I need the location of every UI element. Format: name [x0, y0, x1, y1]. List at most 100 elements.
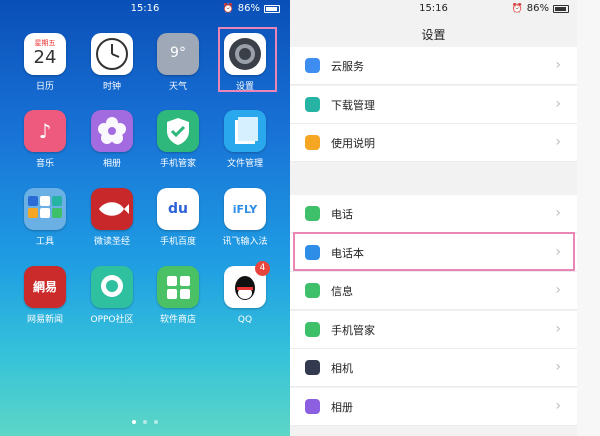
- chevron-right-icon: ›: [555, 57, 561, 73]
- app-flower[interactable]: 相册: [82, 110, 142, 184]
- app-weather[interactable]: 9° 天气: [148, 33, 208, 107]
- chevron-right-icon: ›: [555, 321, 561, 337]
- settings-screen: 15:16 ⏰ 86% 设置 云服务 › 下载管理 › 使用说明 › 电话 › 电话本 › 信息 › 手…: [290, 0, 577, 436]
- chevron-right-icon: ›: [555, 96, 561, 112]
- settings-row-download[interactable]: 下载管理 ›: [290, 86, 577, 124]
- ifly-text: iFLY: [232, 203, 258, 216]
- phone-icon: [305, 206, 320, 221]
- ifly-icon: iFLY: [224, 188, 266, 230]
- settings-row-album[interactable]: 相册 ›: [290, 388, 577, 426]
- app-store[interactable]: 软件商店: [148, 266, 208, 340]
- settings-row-label: 相册: [331, 401, 353, 414]
- app-tools-folder[interactable]: 工具: [15, 188, 75, 262]
- home-screen: 15:16 ⏰ 86% 星期五 24 日历 时钟 9° 天气 设置 ♪ 音乐 相册 手机管家 文件管…: [0, 0, 290, 436]
- settings-highlight-box: [218, 27, 277, 92]
- chevron-right-icon: ›: [555, 398, 561, 414]
- app-label: 手机百度: [159, 237, 196, 247]
- netease-text: 網易: [32, 280, 57, 294]
- battery-percent: 86%: [526, 3, 549, 14]
- page-dot: [132, 420, 136, 424]
- page-indicator: [0, 420, 290, 424]
- camera-icon: [305, 360, 320, 375]
- app-label: 音乐: [35, 159, 54, 169]
- page-title: 设置: [421, 28, 446, 42]
- app-label: 手机管家: [159, 159, 196, 169]
- settings-row-camera[interactable]: 相机 ›: [290, 349, 577, 387]
- settings-row-label: 使用说明: [331, 137, 375, 150]
- app-music[interactable]: ♪ 音乐: [15, 110, 75, 184]
- settings-row-label: 下载管理: [331, 99, 375, 112]
- chevron-right-icon: ›: [555, 359, 561, 375]
- baidu-icon: du: [157, 188, 199, 230]
- weather-icon: 9°: [157, 33, 199, 75]
- screen: 15:16 ⏰ 86% 星期五 24 日历 时钟 9° 天气 设置 ♪ 音乐 相册 手机管家 文件管…: [0, 0, 600, 436]
- alarm-icon: ⏰: [222, 3, 234, 14]
- app-label: 软件商店: [159, 315, 196, 325]
- app-label: QQ: [237, 315, 253, 325]
- settings-row-label: 云服务: [331, 60, 364, 73]
- baidu-text: du: [168, 201, 188, 217]
- app-calendar[interactable]: 星期五 24 日历: [15, 33, 75, 107]
- app-ifly[interactable]: iFLY 讯飞输入法: [215, 188, 275, 262]
- alarm-icon: ⏰: [511, 3, 523, 14]
- message-icon: [305, 283, 320, 298]
- album-icon: [305, 399, 320, 414]
- app-baidu[interactable]: du 手机百度: [148, 188, 208, 262]
- app-fish[interactable]: 微读圣经: [82, 188, 142, 262]
- shield-icon: [157, 110, 199, 152]
- clock-icon: [91, 33, 133, 75]
- settings-row-bulb[interactable]: 使用说明 ›: [290, 124, 577, 162]
- app-label: 工具: [35, 237, 54, 247]
- weather-temp: 9°: [170, 45, 186, 61]
- battery-icon: [553, 4, 569, 13]
- app-label: 讯飞输入法: [222, 237, 268, 247]
- app-label: OPPO社区: [90, 315, 134, 325]
- edge-strip: [577, 0, 600, 436]
- flower-icon: [91, 110, 133, 152]
- app-label: 日历: [35, 82, 54, 92]
- settings-row-label: 相机: [331, 362, 353, 375]
- battery-percent: 86%: [237, 3, 260, 14]
- calendar-icon: 星期五 24: [24, 33, 66, 75]
- page-dot: [143, 420, 147, 424]
- chevron-right-icon: ›: [555, 205, 561, 221]
- chevron-right-icon: ›: [555, 282, 561, 298]
- file-icon: [224, 110, 266, 152]
- cloud-icon: [305, 58, 320, 73]
- app-label: 相册: [102, 159, 121, 169]
- app-shield[interactable]: 手机管家: [148, 110, 208, 184]
- app-label: 时钟: [102, 82, 121, 92]
- fish-icon: [91, 188, 133, 230]
- settings-row-shield[interactable]: 手机管家 ›: [290, 311, 577, 349]
- app-label: 网易新闻: [26, 315, 63, 325]
- settings-row-message[interactable]: 信息 ›: [290, 272, 577, 310]
- app-label: 文件管理: [226, 159, 263, 169]
- app-qq[interactable]: QQ: [215, 266, 275, 340]
- qq-notification-badge: 4: [255, 261, 270, 276]
- bulb-icon: [305, 135, 320, 150]
- contacts-highlight-box: [293, 232, 575, 271]
- shield-icon: [305, 322, 320, 337]
- app-file[interactable]: 文件管理: [215, 110, 275, 184]
- app-label: 天气: [168, 82, 187, 92]
- battery-icon: [264, 4, 280, 13]
- settings-row-label: 电话: [331, 208, 353, 221]
- page-dot: [154, 420, 158, 424]
- app-chat[interactable]: OPPO社区: [82, 266, 142, 340]
- download-icon: [305, 97, 320, 112]
- tools-folder-icon: [24, 188, 66, 230]
- app-label: 微读圣经: [93, 237, 130, 247]
- app-netease[interactable]: 網易 网易新闻: [15, 266, 75, 340]
- music-icon: ♪: [24, 110, 66, 152]
- netease-icon: 網易: [24, 266, 66, 308]
- chevron-right-icon: ›: [555, 134, 561, 150]
- settings-row-label: 信息: [331, 285, 353, 298]
- app-clock[interactable]: 时钟: [82, 33, 142, 107]
- status-bar: 15:16 ⏰ 86%: [290, 0, 577, 18]
- store-icon: [157, 266, 199, 308]
- settings-row-phone[interactable]: 电话 ›: [290, 195, 577, 233]
- status-bar: 15:16 ⏰ 86%: [0, 0, 290, 18]
- settings-row-cloud[interactable]: 云服务 ›: [290, 47, 577, 85]
- status-right: ⏰ 86%: [512, 3, 569, 14]
- chat-icon: [91, 266, 133, 308]
